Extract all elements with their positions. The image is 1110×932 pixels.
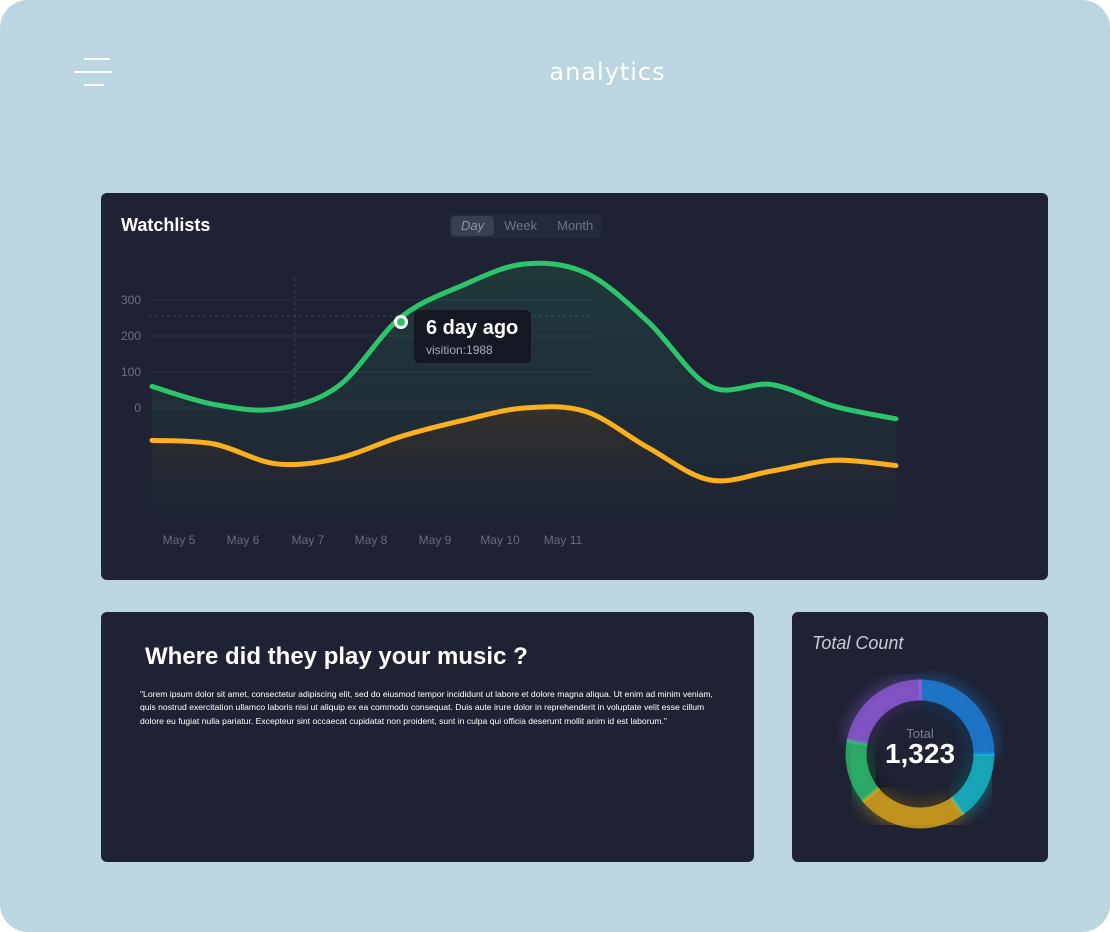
tab-month[interactable]: Month — [547, 216, 603, 236]
page-title: analytics — [549, 58, 666, 86]
music-title: Where did they play your music ? — [145, 643, 528, 670]
watchlists-card: 0 100 200 300 May 5 May 6 May 7 May 8 May 9 May 1… — [101, 193, 1048, 580]
x-tick-label: May 11 — [544, 533, 583, 547]
y-tick-label: 300 — [121, 293, 141, 307]
y-tick-label: 200 — [121, 329, 141, 343]
highlight-point-dot — [397, 318, 405, 326]
tooltip-subtitle: visition:1988 — [426, 343, 493, 357]
tooltip-title: 6 day ago — [426, 317, 519, 339]
y-tick-label: 0 — [134, 401, 141, 415]
watchlists-chart: 0 100 200 300 May 5 May 6 May 7 May 8 May 9 May 1… — [121, 260, 899, 547]
donut-center-value: 1,323 — [884, 738, 956, 769]
x-tick-label: May 5 — [163, 533, 196, 547]
period-tabs: Day Week Month — [449, 214, 601, 238]
music-description: "Lorem ipsum dolor sit amet, consectetur… — [140, 689, 713, 726]
y-tick-label: 100 — [121, 365, 141, 379]
watchlists-title: Watchlists — [121, 215, 211, 235]
x-tick-label: May 6 — [227, 533, 260, 547]
chart-tooltip: 6 day ago visition:1988 — [414, 310, 531, 363]
x-tick-label: May 9 — [419, 533, 452, 547]
music-card: Where did they play your music ? "Lorem … — [101, 612, 754, 862]
app-frame: analytics 0 100 200 300 May 5 May 6 May 7 May 8… — [0, 0, 1110, 932]
x-tick-label: May 8 — [355, 533, 388, 547]
tab-day[interactable]: Day — [451, 216, 495, 236]
x-tick-label: May 7 — [292, 533, 325, 547]
total-count-card: Total Count Total 1,323 — [792, 612, 1048, 862]
tab-week[interactable]: Week — [494, 216, 547, 236]
x-tick-label: May 10 — [480, 533, 520, 547]
